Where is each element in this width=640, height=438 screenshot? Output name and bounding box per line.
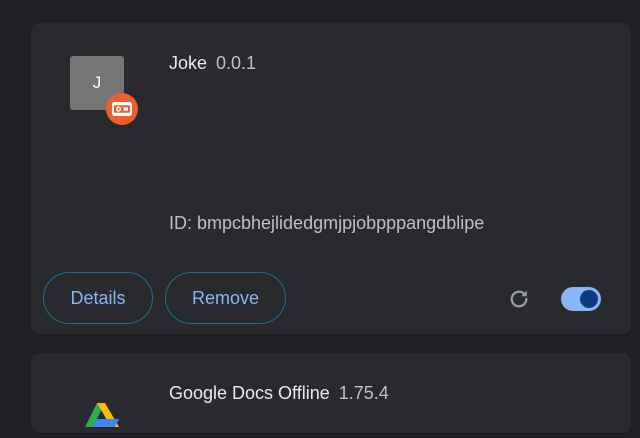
toggle-knob bbox=[580, 290, 598, 308]
enable-toggle[interactable] bbox=[561, 287, 601, 311]
remove-button[interactable]: Remove bbox=[165, 272, 286, 324]
extension-icon-letter: J bbox=[92, 73, 102, 92]
extension-card-google-docs-offline: Google Docs Offline 1.75.4 bbox=[31, 353, 631, 433]
details-button[interactable]: Details bbox=[43, 272, 153, 324]
unpacked-source-icon bbox=[106, 93, 138, 125]
extension-version: 0.0.1 bbox=[216, 53, 257, 73]
extension-id: ID: bmpcbhejlidedgmjpjobpppangdblipe bbox=[169, 213, 485, 233]
extension-version: 1.75.4 bbox=[338, 383, 389, 403]
extension-name: Google Docs Offline bbox=[169, 383, 330, 403]
extension-card-joke: J Joke 0.0.1 ID: bmpcbhejlidedgmjpjobpppa… bbox=[31, 23, 631, 334]
extension-name: Joke bbox=[169, 53, 208, 73]
extension-title: Joke 0.0.1 bbox=[169, 53, 256, 74]
reload-icon[interactable] bbox=[507, 287, 531, 311]
extension-title: Google Docs Offline 1.75.4 bbox=[169, 383, 389, 404]
google-docs-offline-icon bbox=[81, 393, 121, 433]
